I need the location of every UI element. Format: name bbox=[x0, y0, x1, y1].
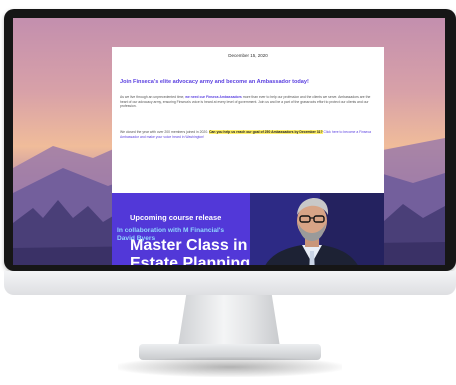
monitor-stand-neck bbox=[178, 295, 280, 347]
banner-collab-line-2: David Byers bbox=[117, 234, 156, 242]
email-paragraph-2: We closed the year with over 200 members… bbox=[120, 130, 376, 139]
paragraph-1-intro: As we live through an unprecedented time… bbox=[120, 95, 186, 99]
presenter-illustration bbox=[250, 193, 384, 265]
monitor-chin bbox=[4, 271, 456, 295]
monitor: December 15, 2020 Join Finseca's elite a… bbox=[4, 9, 456, 295]
paragraph-2-intro: We closed the year with over 200 members… bbox=[120, 130, 210, 134]
email-headline: Join Finseca's elite advocacy army and b… bbox=[120, 79, 309, 85]
goal-highlight: Can you help us reach our goal of 250 Am… bbox=[209, 130, 323, 134]
ambassadors-link[interactable]: we need our Finseca Ambassadors bbox=[185, 95, 242, 99]
presenter-photo bbox=[250, 193, 384, 265]
banner-subtitle: Upcoming course release bbox=[130, 213, 222, 222]
banner-collab: In collaboration with M Financial's Davi… bbox=[117, 227, 267, 242]
email-date: December 15, 2020 bbox=[228, 53, 268, 58]
banner-title-line-2: Estate Planning bbox=[130, 255, 251, 265]
stand-shadow bbox=[118, 357, 342, 377]
banner-collab-line-1: In collaboration with M Financial's bbox=[117, 227, 225, 234]
email-paragraph-1: As we live through an unprecedented time… bbox=[120, 95, 376, 109]
